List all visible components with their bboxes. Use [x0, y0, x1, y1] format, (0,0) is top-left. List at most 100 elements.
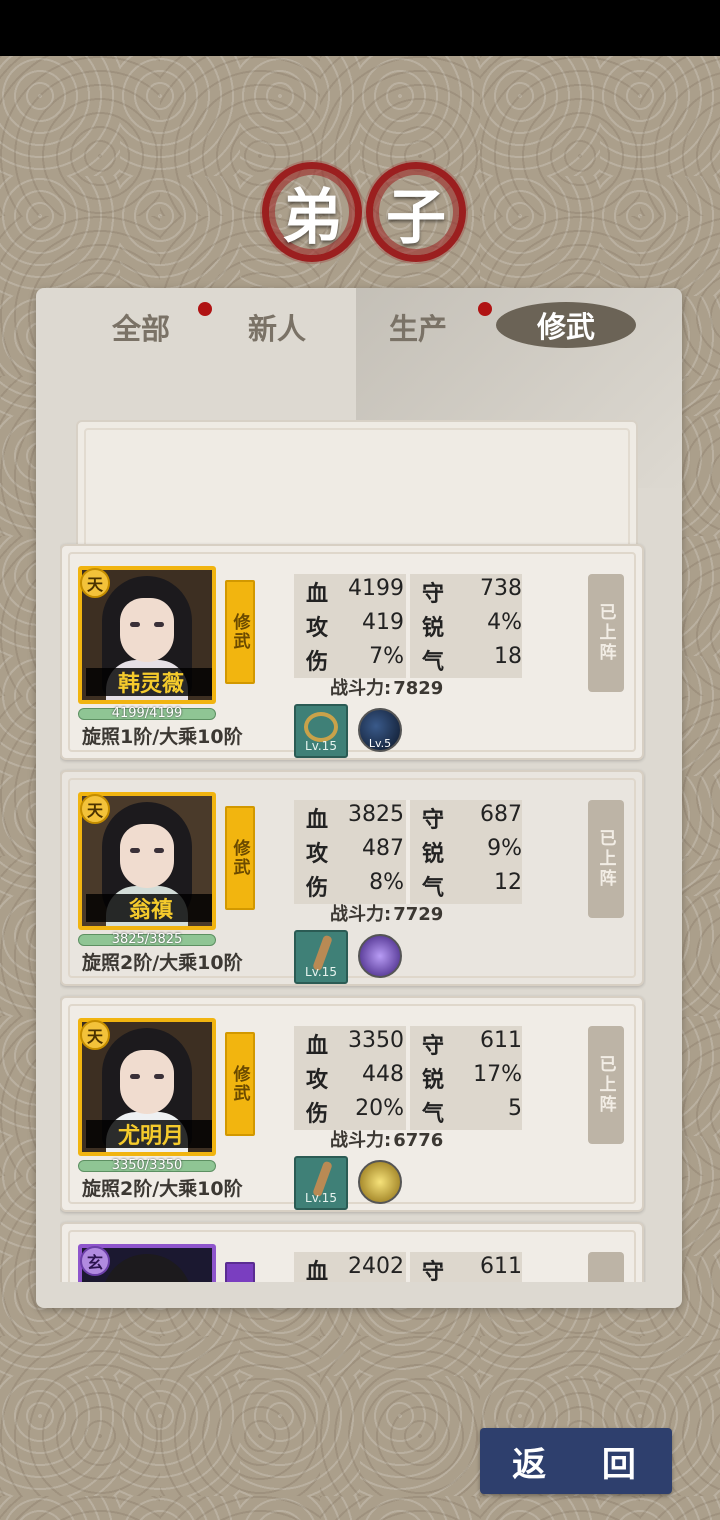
- realm-text: 旋照1阶/大乘10阶: [82, 726, 243, 748]
- deployed-status-button[interactable]: 已上阵: [588, 800, 624, 918]
- title-char-1: 弟: [282, 182, 342, 253]
- disciple-portrait[interactable]: 韩灵薇 天: [78, 566, 216, 704]
- portrait-eye: [130, 622, 140, 627]
- portrait-eye: [154, 622, 164, 627]
- deployed-status-label: 已上阵: [595, 829, 616, 889]
- tab-production-notification-dot: [478, 302, 492, 316]
- stat-label-crit: 锐: [422, 1068, 445, 1093]
- combat-power: 战斗力: 7729: [330, 900, 443, 926]
- realm-text: 旋照2阶/大乘10阶: [82, 1178, 243, 1200]
- stats-row: 伤 7% 气 18: [294, 644, 522, 677]
- portrait-face: [120, 1050, 174, 1114]
- stat-qi: 12: [494, 870, 522, 895]
- disciple-card[interactable]: 尤明月 天 3350/3350 旋照2阶/大乘10阶 修武 血 3350 守 611…: [60, 996, 644, 1212]
- disciple-name: 韩灵薇: [86, 668, 212, 697]
- disciple-name: 尤明月: [86, 1120, 212, 1149]
- portrait-eye: [130, 848, 140, 853]
- stat-label-def: 守: [422, 808, 445, 833]
- stat-dmg: 20%: [355, 1096, 404, 1121]
- stats-table: 血 3350 守 611 攻 448 锐 17% 伤 20% 气5: [294, 1026, 522, 1130]
- role-tag-label: 修武: [229, 1065, 250, 1103]
- equipment-slot[interactable]: Lv.15: [294, 930, 348, 984]
- stats-row: 攻 487 锐 9%: [294, 836, 522, 869]
- tab-new[interactable]: 新人: [248, 306, 306, 348]
- stat-def: 738: [480, 576, 522, 601]
- grade-badge: 天: [80, 1020, 110, 1050]
- stat-label-def: 守: [422, 1260, 445, 1282]
- title-seal-2: 子: [366, 162, 466, 262]
- stat-atk: 419: [362, 610, 404, 635]
- stat-hp: 4199: [348, 576, 404, 601]
- disciple-portrait[interactable]: 玄: [78, 1244, 216, 1282]
- realm-text: 旋照2阶/大乘10阶: [82, 952, 243, 974]
- skill-slot[interactable]: [358, 934, 402, 978]
- grade-badge: 玄: [80, 1246, 110, 1276]
- stat-crit: 9%: [487, 836, 522, 861]
- equipment-slot[interactable]: Lv.15: [294, 1156, 348, 1210]
- deployed-status-label: 已上阵: [595, 603, 616, 663]
- combat-power-value: 7729: [393, 904, 444, 925]
- disciple-portrait[interactable]: 尤明月 天: [78, 1018, 216, 1156]
- stat-label-def: 守: [422, 1034, 445, 1059]
- stat-label-qi: 气: [422, 876, 445, 901]
- back-button[interactable]: 返 回: [480, 1428, 672, 1494]
- stat-hp: 2402: [348, 1254, 404, 1279]
- disciple-portrait[interactable]: 翁禛 天: [78, 792, 216, 930]
- stat-crit: 17%: [473, 1062, 522, 1087]
- grade-badge: 天: [80, 568, 110, 598]
- page-title: 弟 子: [0, 162, 720, 272]
- tab-production[interactable]: 生产: [389, 306, 447, 348]
- stats-table: 血 3825 守 687 攻 487 锐 9% 伤 8% 气 12: [294, 800, 522, 904]
- tab-martial[interactable]: 修武: [496, 302, 636, 348]
- stat-label-crit: 锐: [422, 842, 445, 867]
- stat-dmg: 7%: [369, 644, 404, 669]
- role-tag: 修武: [225, 1032, 255, 1136]
- filter-tabs: 全部 新人 生产 修武: [36, 296, 682, 356]
- equipment-slot[interactable]: Lv.15: [294, 704, 348, 758]
- role-tag-label: 修武: [229, 613, 250, 651]
- stats-row: 血 2402 守 611: [294, 1254, 522, 1282]
- disciple-list[interactable]: 韩灵薇 天 4199/4199 旋照1阶/大乘10阶 修武 血 4199 守 738…: [60, 420, 646, 1282]
- skill-slot[interactable]: [358, 1160, 402, 1204]
- deployed-status-button[interactable]: [588, 1252, 624, 1282]
- stat-crit: 4%: [487, 610, 522, 635]
- title-seal-1: 弟: [262, 162, 362, 262]
- disciple-name: 翁禛: [86, 894, 212, 923]
- hp-bar-text: 3350/3350: [111, 1158, 183, 1173]
- portrait-face: [120, 598, 174, 662]
- back-button-label: 返 回: [512, 1444, 658, 1485]
- stat-qi: 18: [494, 644, 522, 669]
- hp-bar: 4199/4199: [78, 706, 216, 721]
- equipment-level: Lv.15: [305, 739, 337, 753]
- stat-dmg: 8%: [369, 870, 404, 895]
- stat-qi: 5: [508, 1096, 522, 1121]
- portrait-eye: [154, 848, 164, 853]
- disciple-card[interactable]: 韩灵薇 天 4199/4199 旋照1阶/大乘10阶 修武 血 4199 守 738…: [60, 544, 644, 760]
- deployed-status-button[interactable]: 已上阵: [588, 1026, 624, 1144]
- tab-all-notification-dot: [198, 302, 212, 316]
- combat-power: 战斗力: 6776: [330, 1126, 443, 1152]
- disciple-card[interactable]: 翁禛 天 3825/3825 旋照2阶/大乘10阶 修武 血 3825 守 687 …: [60, 770, 644, 986]
- equipment-level: Lv.15: [305, 965, 337, 979]
- stat-label-def: 守: [422, 582, 445, 607]
- stats-table: 血 4199 守 738 攻 419 锐 4% 伤 7% 气 18: [294, 574, 522, 678]
- skill-level: Lv.5: [368, 737, 392, 750]
- role-tag: 修武: [225, 580, 255, 684]
- stats-row: 血 3825 守 687: [294, 802, 522, 835]
- portrait-eye: [130, 1074, 140, 1079]
- stat-hp: 3825: [348, 802, 404, 827]
- combat-power-value: 7829: [393, 678, 444, 699]
- skill-slot[interactable]: Lv.5: [358, 708, 402, 752]
- stat-label-qi: 气: [422, 650, 445, 675]
- disciple-card[interactable]: 玄 血 2402 守 611: [60, 1222, 644, 1282]
- role-tag: 修武: [225, 806, 255, 910]
- tab-all[interactable]: 全部: [112, 306, 170, 348]
- stats-table: 血 2402 守 611: [294, 1252, 522, 1282]
- stats-row: 伤 20% 气5: [294, 1096, 522, 1129]
- combat-power-label: 战斗力:: [330, 904, 392, 925]
- deployed-status-button[interactable]: 已上阵: [588, 574, 624, 692]
- portrait-hair: [102, 1254, 192, 1282]
- hp-bar: 3350/3350: [78, 1158, 216, 1173]
- equipment-level: Lv.15: [305, 1191, 337, 1205]
- role-tag-label: 修武: [229, 839, 250, 877]
